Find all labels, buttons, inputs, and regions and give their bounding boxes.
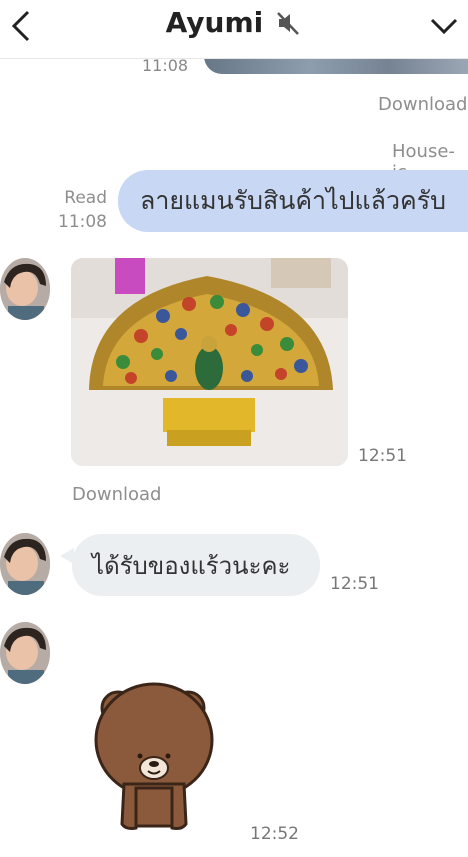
- received-message-text: ได้รับของแร้วนะคะ: [92, 551, 291, 580]
- brown-bear-sticker[interactable]: [92, 676, 218, 836]
- download-link[interactable]: Download: [72, 484, 161, 505]
- sticker-time: 12:52: [250, 824, 299, 844]
- sent-message-text: ลายแมนรับสินค้าไปแล้วครับ: [140, 186, 447, 215]
- received-photo[interactable]: [71, 258, 348, 466]
- avatar[interactable]: [0, 622, 50, 684]
- chat-header: Ayumi: [0, 0, 468, 59]
- sent-message-bubble[interactable]: ลายแมนรับสินค้าไปแล้วครับ: [118, 170, 468, 232]
- speaker-muted-icon: [277, 11, 300, 35]
- download-link[interactable]: Download: [378, 94, 467, 115]
- chat-title[interactable]: Ayumi: [166, 6, 264, 39]
- photo-time: 12:51: [358, 446, 407, 466]
- avatar-portrait: [0, 622, 50, 684]
- avatar[interactable]: [0, 533, 50, 595]
- avatar-portrait: [0, 258, 50, 320]
- peacock-ornament-image: [71, 258, 348, 466]
- received-message-bubble[interactable]: ได้รับของแร้วนะคะ: [72, 534, 320, 596]
- chevron-down-icon[interactable]: [428, 10, 460, 42]
- avatar-portrait: [0, 533, 50, 595]
- read-receipt: Read 11:08: [58, 186, 107, 234]
- reply-time: 12:51: [330, 574, 379, 594]
- sent-time: 11:08: [58, 212, 107, 232]
- avatar[interactable]: [0, 258, 50, 320]
- title-area: Ayumi: [0, 6, 468, 39]
- read-label: Read: [64, 188, 107, 208]
